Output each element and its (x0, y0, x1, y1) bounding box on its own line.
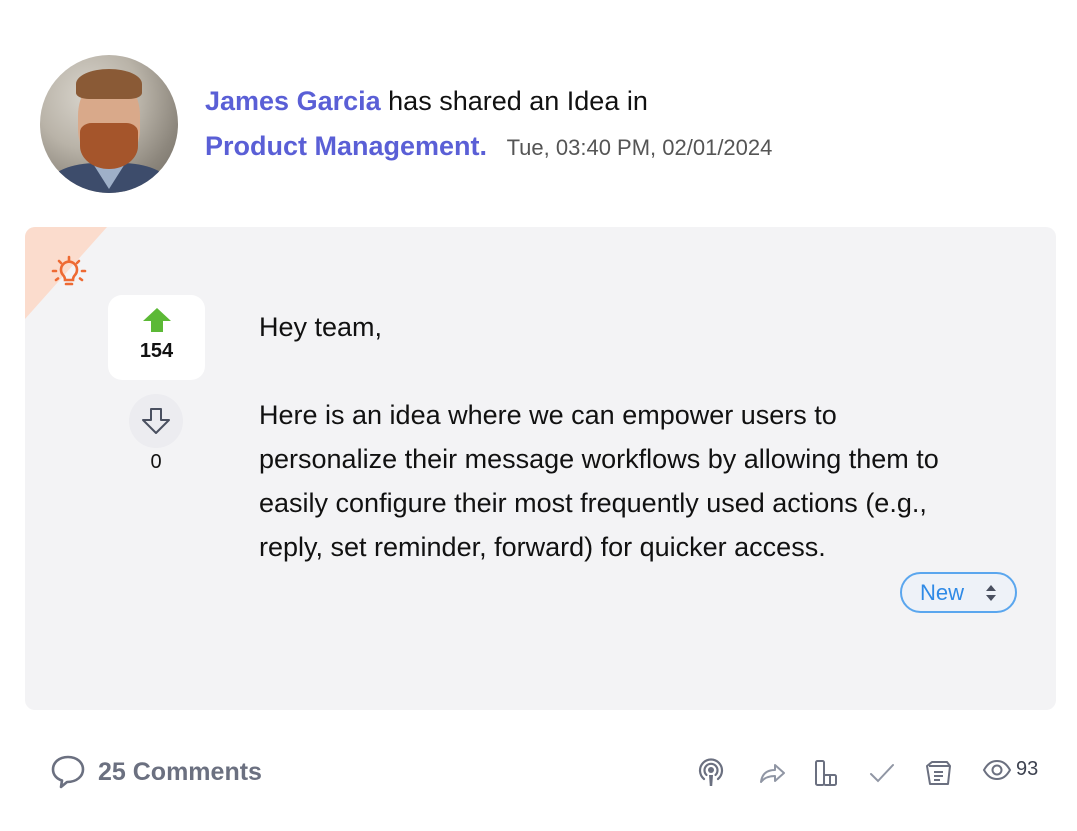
lightbulb-icon (51, 255, 87, 286)
avatar-beard (80, 123, 138, 169)
action-text: has shared an Idea in (388, 86, 648, 116)
mark-done-button[interactable] (866, 756, 898, 790)
podcast-button[interactable] (695, 756, 727, 790)
idea-card: 154 0 Hey team, Here is an idea where we… (25, 227, 1056, 710)
comments-count: 25 Comments (98, 757, 262, 786)
views-count: 93 (1016, 758, 1039, 780)
post-header-line1: James Garcia has shared an Idea in (205, 84, 648, 118)
upvote-button[interactable]: 154 (108, 295, 205, 380)
status-dropdown[interactable]: New (900, 572, 1017, 613)
author-link[interactable]: James Garcia (205, 86, 381, 116)
comments-button[interactable]: 25 Comments (50, 754, 262, 790)
downvote-count: 0 (150, 451, 162, 473)
post-header-line2: Product Management. Tue, 03:40 PM, 02/01… (205, 129, 772, 165)
post-timestamp: Tue, 03:40 PM, 02/01/2024 (506, 135, 773, 160)
arrow-up-icon (142, 308, 171, 332)
author-avatar[interactable] (40, 55, 178, 193)
eye-icon (982, 759, 1012, 780)
community-link[interactable]: Product Management. (205, 131, 487, 161)
idea-description: Here is an idea where we can empower use… (259, 400, 939, 562)
idea-body: Hey team, Here is an idea where we can e… (259, 305, 959, 569)
views-counter: 93 (982, 758, 1038, 781)
notes-button[interactable] (922, 756, 954, 790)
comment-icon (51, 755, 85, 789)
chart-icon (815, 760, 837, 786)
downvote-button[interactable] (129, 394, 183, 448)
share-button[interactable] (757, 756, 789, 790)
podcast-icon (698, 758, 724, 786)
notes-icon (926, 761, 951, 785)
status-label: New (920, 579, 965, 605)
arrow-down-icon (142, 408, 170, 434)
idea-greeting: Hey team, (259, 312, 383, 342)
check-icon (870, 764, 894, 783)
share-icon (760, 764, 785, 783)
chart-button[interactable] (811, 756, 843, 790)
sort-icon (986, 584, 996, 601)
avatar-hair (76, 69, 142, 99)
upvote-count: 154 (139, 340, 174, 362)
